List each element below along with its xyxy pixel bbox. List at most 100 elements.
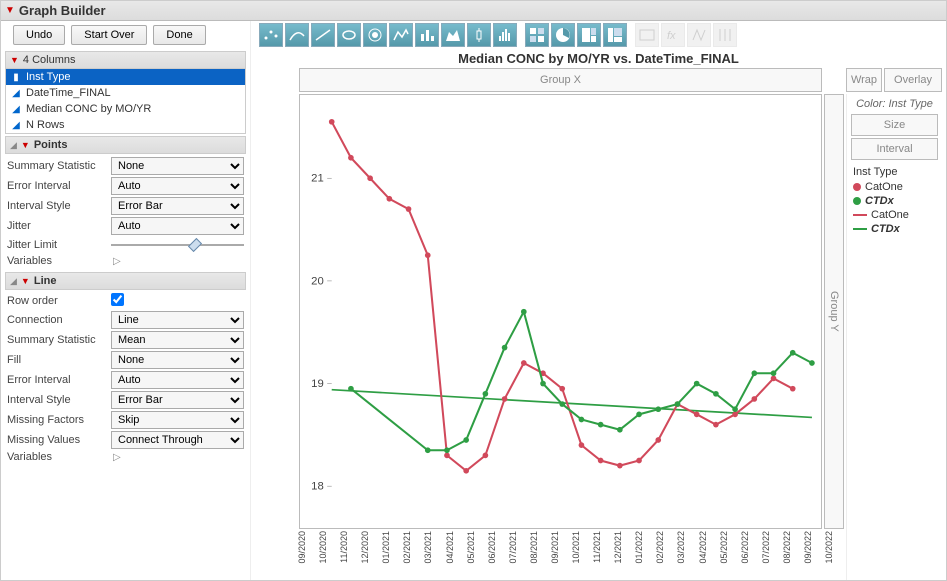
- variables-disclosure-icon[interactable]: ▷: [111, 452, 121, 463]
- parallel-chart-icon[interactable]: [713, 23, 737, 47]
- line-missing-factors-select[interactable]: Skip: [111, 411, 244, 429]
- column-item[interactable]: ◢DateTime_FINAL: [6, 85, 245, 101]
- plot-area[interactable]: 18192021: [299, 94, 822, 529]
- legend-label: CatOne: [871, 209, 909, 221]
- line-interval-style-select[interactable]: Error Bar: [111, 391, 244, 409]
- done-button[interactable]: Done: [153, 25, 205, 45]
- caption-chart-icon[interactable]: [635, 23, 659, 47]
- nominal-icon: ▮: [10, 71, 22, 83]
- group-y-dropzone[interactable]: Group Y: [824, 94, 844, 529]
- column-label: Inst Type: [26, 71, 70, 83]
- x-tick-label: 06/2021: [487, 531, 497, 564]
- disclosure-icon: ▼: [21, 276, 30, 286]
- legend-dot-icon: [853, 197, 861, 205]
- x-tick-label: 09/2021: [550, 531, 560, 564]
- x-tick-label: 02/2021: [402, 531, 412, 564]
- overlay-dropzone[interactable]: Overlay: [884, 68, 942, 92]
- contour-chart-icon[interactable]: [363, 23, 387, 47]
- interval-dropzone[interactable]: Interval: [851, 138, 938, 160]
- variables-disclosure-icon[interactable]: ▷: [111, 256, 121, 267]
- x-tick-label: 12/2020: [360, 531, 370, 564]
- bar-chart-icon[interactable]: [415, 23, 439, 47]
- histogram-chart-icon[interactable]: [493, 23, 517, 47]
- x-axis-label: DateTime_FINAL: [297, 579, 824, 580]
- legend-label: CTDx: [871, 223, 900, 235]
- column-label: DateTime_FINAL: [26, 87, 111, 99]
- x-tick-label: 10/2021: [571, 531, 581, 564]
- legend-item[interactable]: CatOne: [853, 208, 936, 222]
- chart-zone: fx Median CONC by MO/YR vs. DateTime_FIN…: [251, 21, 946, 580]
- disclosure-icon: ▼: [10, 55, 19, 65]
- line-fit-chart-icon[interactable]: [311, 23, 335, 47]
- column-label: Median CONC by MO/YR: [26, 103, 151, 115]
- line-error-interval-select[interactable]: Auto: [111, 371, 244, 389]
- continuous-icon: ◢: [10, 103, 22, 115]
- line-fill-select[interactable]: None: [111, 351, 244, 369]
- mosaic-chart-icon[interactable]: [603, 23, 627, 47]
- x-tick-label: 10/2022: [824, 531, 834, 564]
- x-tick-label: 02/2022: [655, 531, 665, 564]
- chart-title: Median CONC by MO/YR vs. DateTime_FINAL: [251, 49, 946, 68]
- legend-color-title: Color: Inst Type: [851, 96, 938, 112]
- x-tick-label: 12/2021: [613, 531, 623, 564]
- points-error-interval-select[interactable]: Auto: [111, 177, 244, 195]
- pie-chart-icon[interactable]: [551, 23, 575, 47]
- title-bar: ▼ Graph Builder: [1, 1, 946, 21]
- map-chart-icon[interactable]: [687, 23, 711, 47]
- columns-list: ▮Inst Type◢DateTime_FINAL◢Median CONC by…: [5, 69, 246, 134]
- chart-type-toolbar: fx: [251, 21, 946, 49]
- x-tick-label: 10/2020: [318, 531, 328, 564]
- continuous-icon: ◢: [10, 119, 22, 131]
- x-tick-label: 01/2022: [634, 531, 644, 564]
- x-tick-label: 06/2022: [740, 531, 750, 564]
- column-item[interactable]: ◢ N Rows: [6, 117, 245, 133]
- ellipse-chart-icon[interactable]: [337, 23, 361, 47]
- x-tick-label: 09/2022: [803, 531, 813, 564]
- sidebar: Undo Start Over Done ▼ 4 Columns ▮ Inst T…: [1, 21, 251, 580]
- svg-text:fx: fx: [667, 30, 676, 42]
- legend-dot-icon: [853, 183, 861, 191]
- legend-label: CatOne: [865, 181, 903, 193]
- undo-button[interactable]: Undo: [13, 25, 65, 45]
- points-jitter-select[interactable]: Auto: [111, 217, 244, 235]
- line-section-header[interactable]: ◢ ▼ Line: [5, 272, 246, 290]
- boxplot-chart-icon[interactable]: [467, 23, 491, 47]
- line-chart-icon[interactable]: [389, 23, 413, 47]
- x-tick-label: 04/2022: [698, 531, 708, 564]
- legend-item[interactable]: CTDx: [853, 222, 936, 236]
- column-label: N Rows: [26, 119, 65, 131]
- legend-label: CTDx: [865, 195, 894, 207]
- row-order-checkbox[interactable]: [111, 293, 124, 306]
- line-missing-values-select[interactable]: Connect Through: [111, 431, 244, 449]
- formula-chart-icon[interactable]: fx: [661, 23, 685, 47]
- x-tick-label: 01/2021: [381, 531, 391, 564]
- gray-disclosure-icon: ◢: [10, 276, 17, 287]
- line-summary-stat-select[interactable]: Mean: [111, 331, 244, 349]
- svg-text:19: 19: [311, 378, 324, 390]
- points-section-header[interactable]: ◢ ▼ Points: [5, 136, 246, 154]
- size-dropzone[interactable]: Size: [851, 114, 938, 136]
- line-connection-select[interactable]: Line: [111, 311, 244, 329]
- start-over-button[interactable]: Start Over: [71, 25, 147, 45]
- area-chart-icon[interactable]: [441, 23, 465, 47]
- x-tick-label: 05/2022: [719, 531, 729, 564]
- x-tick-label: 11/2021: [592, 531, 602, 563]
- group-x-dropzone[interactable]: Group X: [299, 68, 822, 92]
- smoother-chart-icon[interactable]: [285, 23, 309, 47]
- points-chart-icon[interactable]: [259, 23, 283, 47]
- legend-item[interactable]: CatOne: [853, 180, 936, 194]
- x-tick-label: 09/2020: [297, 531, 307, 564]
- treemap-chart-icon[interactable]: [577, 23, 601, 47]
- wrap-dropzone[interactable]: Wrap: [846, 68, 882, 92]
- heatmap-chart-icon[interactable]: [525, 23, 549, 47]
- x-tick-label: 05/2021: [466, 531, 476, 564]
- columns-header[interactable]: ▼ 4 Columns: [5, 51, 246, 69]
- column-item[interactable]: ▮ Inst Type: [6, 69, 245, 85]
- points-interval-style-select[interactable]: Error Bar: [111, 197, 244, 215]
- disclosure-icon[interactable]: ▼: [5, 5, 15, 16]
- points-summary-stat-select[interactable]: None: [111, 157, 244, 175]
- x-tick-label: 03/2021: [423, 531, 433, 564]
- legend-item[interactable]: CTDx: [853, 194, 936, 208]
- column-item[interactable]: ◢ Median CONC by MO/YR: [6, 101, 245, 117]
- jitter-limit-slider[interactable]: [111, 237, 244, 253]
